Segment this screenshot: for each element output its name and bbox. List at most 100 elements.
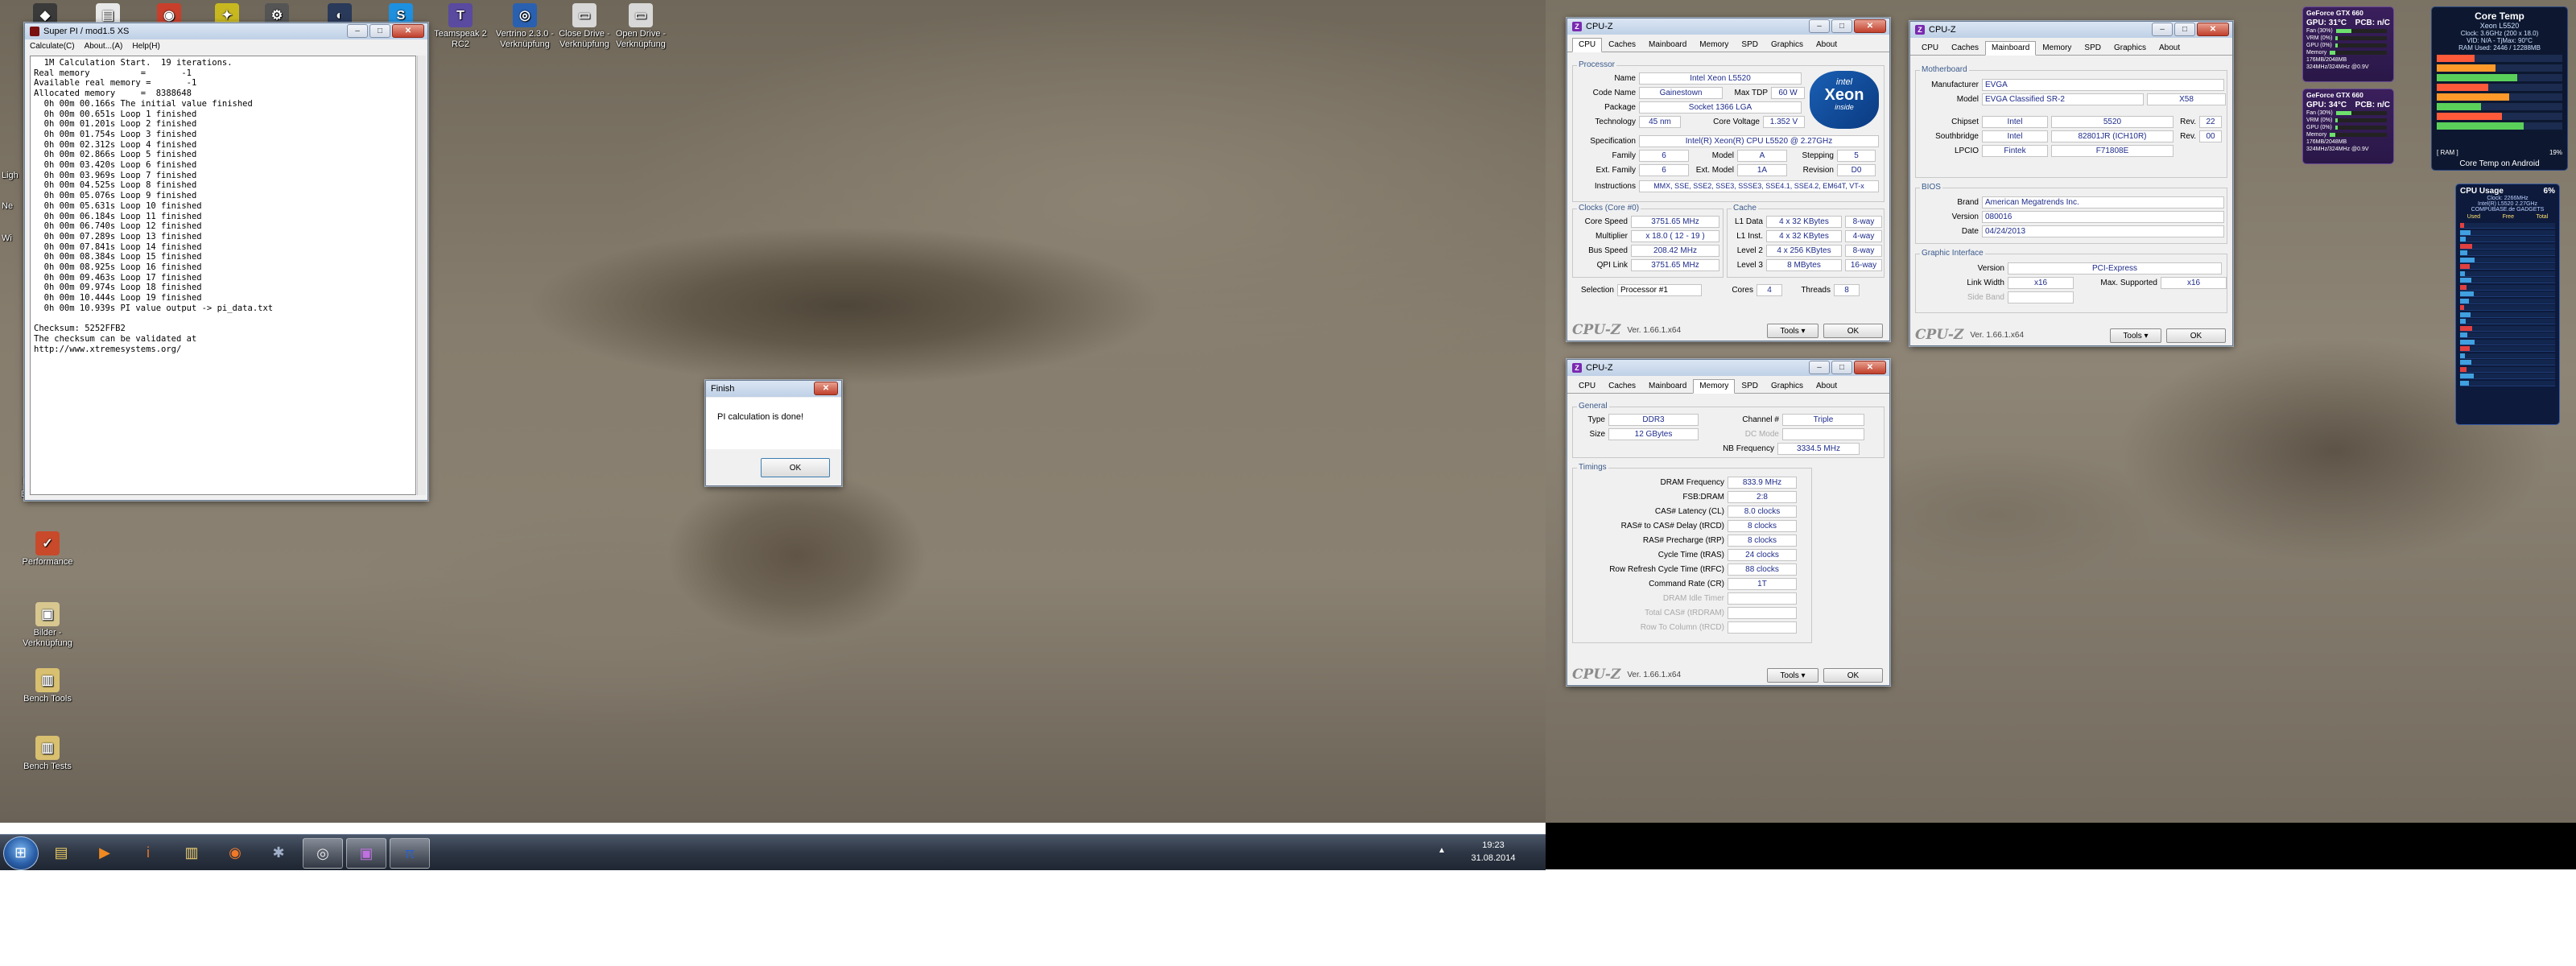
ok-button[interactable]: OK bbox=[1823, 668, 1883, 683]
taskbar-clock[interactable]: 19:23 31.08.2014 bbox=[1449, 839, 1538, 865]
superpi-scrollbar[interactable] bbox=[417, 56, 426, 495]
gpu2-gadget[interactable]: GeForce GTX 660 GPU: 34°C PCB: n/C Fan (30%… bbox=[2302, 89, 2394, 164]
cpuz-cpu-window[interactable]: Z CPU-Z – □ ✕ CPU Caches Mainboard Memory SP… bbox=[1567, 18, 1890, 341]
cpu-usage-gadget[interactable]: CPU Usage 6% Clock: 2266MHz Intel(R) L55… bbox=[2455, 184, 2560, 425]
tab-caches[interactable]: Caches bbox=[1602, 379, 1642, 393]
desktop-icon[interactable]: ▥ Bench Tests bbox=[11, 736, 84, 772]
firefox-button[interactable]: ◉ bbox=[216, 838, 254, 867]
tab-mainboard[interactable]: Mainboard bbox=[1642, 38, 1693, 52]
app-icon: ▭ bbox=[572, 3, 597, 27]
tools-button[interactable]: Tools ▾ bbox=[2110, 328, 2161, 343]
folder-icon: ▥ bbox=[35, 668, 60, 692]
close-button[interactable]: ✕ bbox=[2197, 23, 2229, 36]
superpi-output[interactable]: 1M Calculation Start. 19 iterations. Real… bbox=[30, 56, 416, 495]
cpuz-memory-window[interactable]: Z CPU-Z – □ ✕ CPU Caches Mainboard Memory SP… bbox=[1567, 359, 1890, 686]
start-button[interactable]: ⊞ bbox=[3, 836, 39, 870]
coretemp-footer[interactable]: Core Temp on Android bbox=[2432, 159, 2567, 168]
minimize-button[interactable]: – bbox=[347, 24, 368, 38]
media-player-button[interactable]: ▶ bbox=[85, 838, 124, 867]
close-button[interactable]: ✕ bbox=[392, 24, 424, 38]
superpi-taskbar-button[interactable]: π bbox=[390, 838, 430, 869]
gpu1-gadget[interactable]: GeForce GTX 660 GPU: 31°C PCB: n/C Fan (30%… bbox=[2302, 6, 2394, 82]
tab-mainboard[interactable]: Mainboard bbox=[1642, 379, 1693, 393]
close-button[interactable]: ✕ bbox=[1854, 19, 1886, 33]
tab-spd[interactable]: SPD bbox=[1735, 379, 1765, 393]
coretemp-gadget[interactable]: Core Temp Xeon L5520 Clock: 3.6GHz (200 … bbox=[2431, 6, 2568, 171]
finish-ok-button[interactable]: OK bbox=[761, 458, 830, 477]
extmodel-value: 1A bbox=[1737, 164, 1787, 176]
ok-button[interactable]: OK bbox=[2166, 328, 2226, 343]
tab-graphics[interactable]: Graphics bbox=[1765, 379, 1810, 393]
cpu-usage-title: CPU Usage bbox=[2460, 187, 2504, 196]
cpu-usage-fill bbox=[2460, 298, 2469, 303]
cpuz-mem-titlebar[interactable]: Z CPU-Z – □ ✕ bbox=[1567, 360, 1889, 376]
gpu-stat-label: Memory bbox=[2306, 50, 2327, 56]
menu-calculate[interactable]: Calculate(C) bbox=[30, 42, 75, 51]
gadget-taskbar-button[interactable]: ▣ bbox=[346, 838, 386, 869]
tool-button[interactable]: ✱ bbox=[259, 838, 298, 867]
desktop-icon[interactable]: ▭ Open Drive - Verknüpfung bbox=[607, 3, 675, 50]
tab-memory[interactable]: Memory bbox=[2036, 41, 2078, 55]
menu-help[interactable]: Help(H) bbox=[132, 42, 159, 51]
tab-memory[interactable]: Memory bbox=[1693, 379, 1736, 394]
desktop-icon[interactable]: ◎ Vertrino 2.3.0 - Verknüpfung bbox=[491, 3, 559, 50]
desktop-icon[interactable]: ▣ Bilder - Verknüpfung bbox=[11, 602, 84, 649]
tab-about[interactable]: About bbox=[1810, 38, 1843, 52]
finish-dialog[interactable]: Finish ✕ PI calculation is done! OK bbox=[705, 380, 842, 486]
tab-spd[interactable]: SPD bbox=[2078, 41, 2107, 55]
maximize-button[interactable]: □ bbox=[1831, 361, 1852, 374]
desktop-icon-label: Bench Tools bbox=[23, 694, 72, 704]
maximize-button[interactable]: □ bbox=[369, 24, 390, 38]
cpu-usage-row bbox=[2460, 319, 2555, 324]
tools-button[interactable]: Tools ▾ bbox=[1767, 668, 1818, 683]
console-line: Allocated memory = 8388648 bbox=[34, 89, 192, 99]
tab-mainboard[interactable]: Mainboard bbox=[1985, 41, 2037, 56]
south-rev-value: 00 bbox=[2199, 130, 2222, 142]
info-app-button[interactable]: i bbox=[129, 838, 167, 867]
desktop-icon[interactable]: ▥ Bench Tools bbox=[11, 668, 84, 704]
cpuz-taskbar-button[interactable]: ◎ bbox=[303, 838, 343, 869]
timing-row: CAS# Latency (CL) 8.0 clocks bbox=[1573, 506, 1797, 518]
tab-graphics[interactable]: Graphics bbox=[1765, 38, 1810, 52]
menu-about[interactable]: About...(A) bbox=[85, 42, 123, 51]
cpuz-mainboard-window[interactable]: Z CPU-Z – □ ✕ CPU Caches Mainboard Memory SP… bbox=[1909, 21, 2233, 346]
cpuz-cpu-titlebar[interactable]: Z CPU-Z – □ ✕ bbox=[1567, 19, 1889, 35]
superpi-window[interactable]: Super PI / mod1.5 XS – □ ✕ Calculate(C) … bbox=[24, 23, 428, 501]
superpi-titlebar[interactable]: Super PI / mod1.5 XS – □ ✕ bbox=[25, 23, 427, 39]
tab-caches[interactable]: Caches bbox=[1945, 41, 1985, 55]
finish-titlebar[interactable]: Finish ✕ bbox=[706, 381, 841, 397]
tab-about[interactable]: About bbox=[2153, 41, 2186, 55]
selection-dropdown[interactable]: Processor #1 bbox=[1617, 284, 1702, 296]
tab-caches[interactable]: Caches bbox=[1602, 38, 1642, 52]
cpuz-mb-titlebar[interactable]: Z CPU-Z – □ ✕ bbox=[1910, 22, 2232, 38]
folder-button[interactable]: ▥ bbox=[172, 838, 211, 867]
tab-graphics[interactable]: Graphics bbox=[2107, 41, 2153, 55]
extmodel-label: Ext. Model bbox=[1695, 166, 1734, 175]
multiplier-label: Multiplier bbox=[1595, 232, 1628, 241]
minimize-button[interactable]: – bbox=[2152, 23, 2173, 36]
tools-button[interactable]: Tools ▾ bbox=[1767, 324, 1818, 338]
cpuz-cpu-footer: CPU-Z Ver. 1.66.1.x64 Tools ▾ OK bbox=[1567, 320, 1889, 341]
tab-spd[interactable]: SPD bbox=[1735, 38, 1765, 52]
maximize-button[interactable]: □ bbox=[1831, 19, 1852, 33]
finish-close-button[interactable]: ✕ bbox=[814, 382, 838, 395]
processor-group: Processor Name Intel Xeon L5520 Code Name… bbox=[1572, 60, 1885, 202]
desktop-icon[interactable]: ✓ Performance bbox=[11, 531, 84, 568]
tray-arrow-icon[interactable]: ▲ bbox=[1438, 846, 1446, 855]
ok-button[interactable]: OK bbox=[1823, 324, 1883, 338]
maximize-button[interactable]: □ bbox=[2174, 23, 2195, 36]
tab-memory[interactable]: Memory bbox=[1693, 38, 1735, 52]
console-line: 0h 00m 02.866s Loop 5 finished bbox=[34, 150, 197, 160]
explorer-button[interactable]: ▤ bbox=[42, 838, 80, 867]
cpu-usage-row bbox=[2460, 312, 2555, 318]
bios-group: BIOS Brand American Megatrends Inc. Versi… bbox=[1915, 183, 2227, 244]
desktop-icon[interactable]: T Teamspeak 2 RC2 bbox=[427, 3, 494, 50]
tab-cpu[interactable]: CPU bbox=[1915, 41, 1945, 55]
tab-cpu[interactable]: CPU bbox=[1572, 379, 1602, 393]
close-button[interactable]: ✕ bbox=[1854, 361, 1886, 374]
tab-about[interactable]: About bbox=[1810, 379, 1843, 393]
tab-cpu[interactable]: CPU bbox=[1572, 38, 1603, 52]
minimize-button[interactable]: – bbox=[1809, 19, 1830, 33]
minimize-button[interactable]: – bbox=[1809, 361, 1830, 374]
timing-value bbox=[1728, 621, 1797, 634]
